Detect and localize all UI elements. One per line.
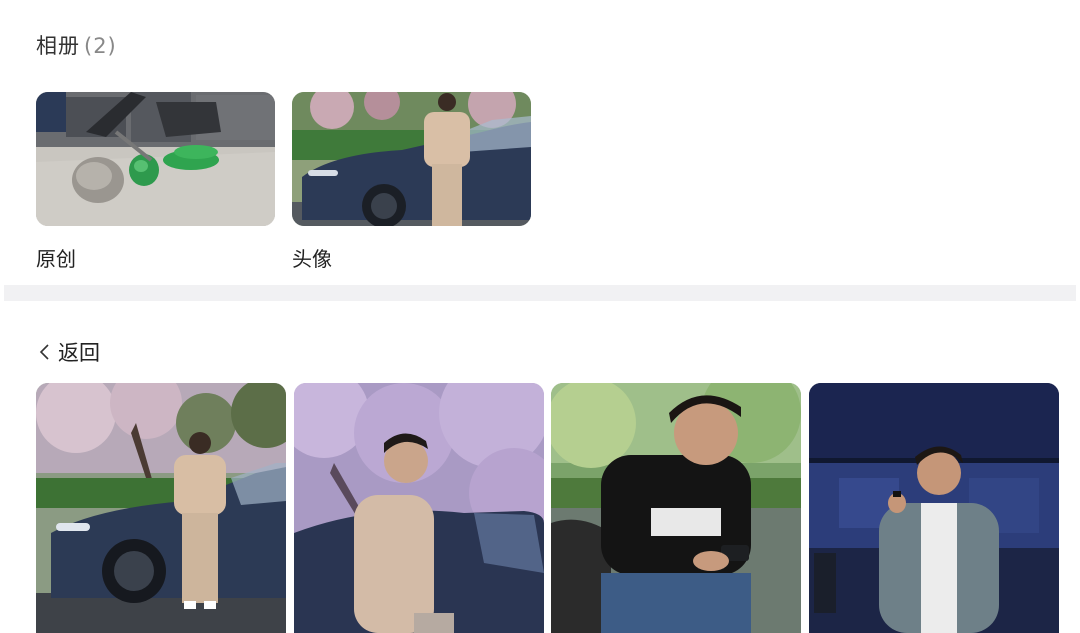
photo-tile[interactable] — [551, 383, 801, 633]
album-card-avatar[interactable]: 头像 — [292, 92, 531, 272]
back-label: 返回 — [58, 341, 100, 365]
photo-tile[interactable] — [809, 383, 1059, 633]
albums-title: 相册 (2) — [36, 30, 117, 60]
albums-count: (2) — [84, 34, 117, 58]
photo-tile[interactable] — [294, 383, 544, 633]
album-thumbnail-avatar[interactable] — [292, 92, 531, 226]
album-label-original: 原创 — [36, 247, 76, 271]
albums-title-text: 相册 — [36, 34, 80, 58]
album-card-original[interactable]: 原创 — [36, 92, 275, 272]
section-divider — [4, 285, 1076, 301]
album-thumbnail-original[interactable] — [36, 92, 275, 226]
photo-tile[interactable] — [36, 383, 286, 633]
chevron-left-icon — [39, 344, 49, 360]
back-button[interactable]: 返回 — [38, 337, 100, 367]
album-label-avatar: 头像 — [292, 247, 332, 271]
